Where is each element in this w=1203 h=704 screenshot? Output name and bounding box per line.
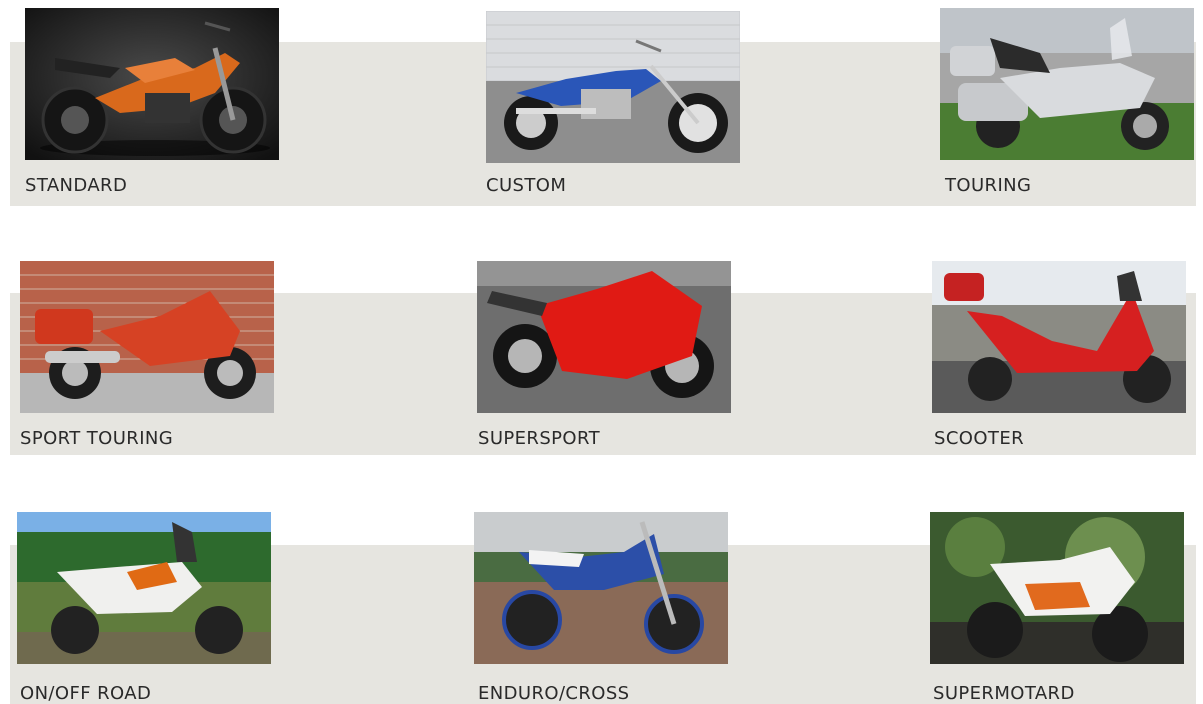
sport-touring-motorcycle-photo [20,261,274,413]
category-label-supermotard: SUPERMOTARD [933,683,1075,704]
scooter-photo [932,261,1186,413]
touring-motorcycle-photo [940,8,1194,160]
category-label-supersport: SUPERSPORT [478,428,600,449]
enduro-cross-motorcycle-photo [474,512,728,664]
category-label-on-off-road: ON/OFF ROAD [20,683,152,704]
category-label-custom: CUSTOM [486,175,567,196]
category-label-standard: STANDARD [25,175,128,196]
category-label-sport-touring: SPORT TOURING [20,428,174,449]
supersport-motorcycle-photo [477,261,731,413]
custom-motorcycle-photo [486,11,740,163]
standard-motorcycle-photo [25,8,279,160]
category-label-enduro-cross: ENDURO/CROSS [478,683,630,704]
supermotard-motorcycle-photo [930,512,1184,664]
on-off-road-motorcycle-photo [17,512,271,664]
category-label-touring: TOURING [945,175,1032,196]
category-label-scooter: SCOOTER [934,428,1025,449]
